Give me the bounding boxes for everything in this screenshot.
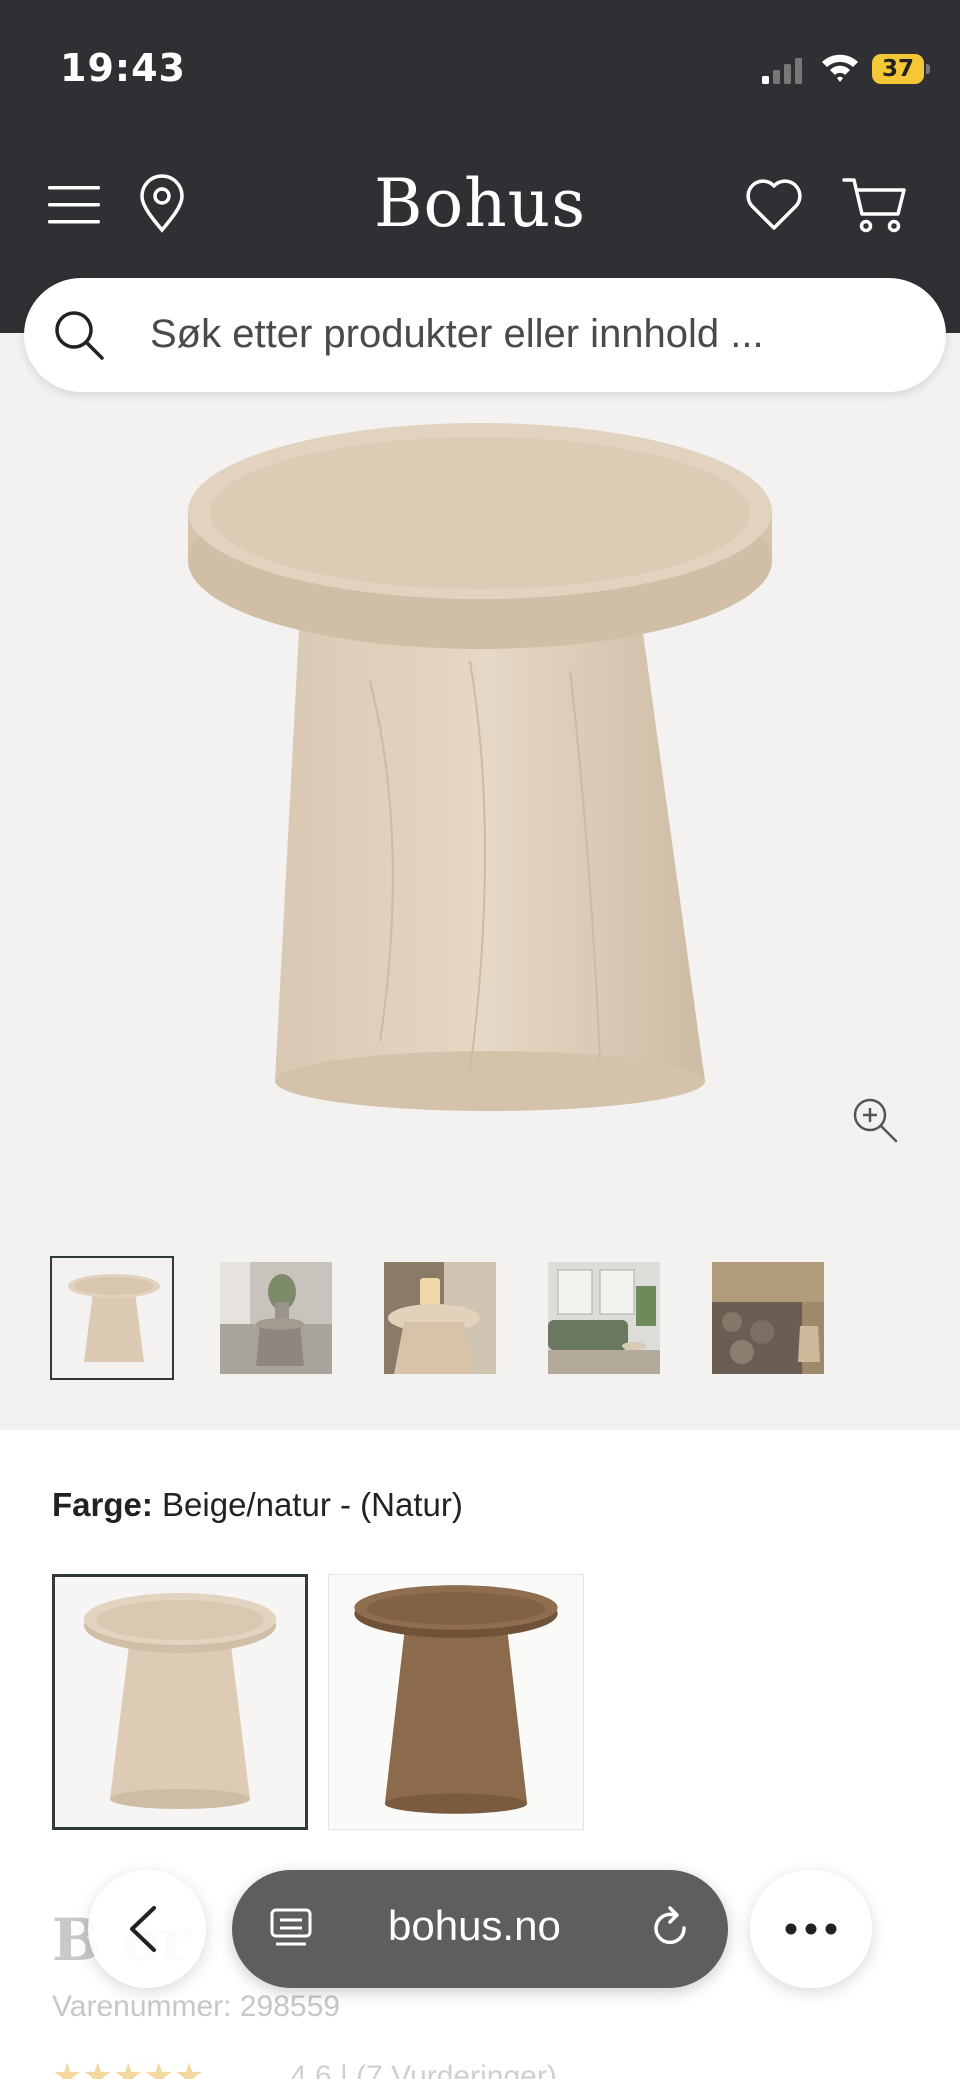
battery-level: 37	[872, 54, 924, 84]
thumbnail-1[interactable]	[50, 1256, 174, 1380]
cart-icon[interactable]	[842, 174, 910, 234]
address-bar[interactable]: bohus.no	[232, 1870, 728, 1988]
tabs-icon	[270, 1908, 312, 1946]
thumbnail-strip	[50, 1256, 910, 1380]
nav-bar: Bohus	[0, 160, 960, 250]
thumbnail-3[interactable]	[378, 1256, 502, 1380]
location-pin-icon[interactable]	[136, 174, 188, 234]
product-gallery	[0, 333, 960, 1430]
menu-icon[interactable]	[46, 182, 104, 228]
signal-icon	[762, 58, 802, 84]
rating-text[interactable]: 4,6 | (7 Vurderinger)	[290, 2060, 557, 2079]
thumbnail-4[interactable]	[542, 1256, 666, 1380]
brown-table-image	[354, 1585, 558, 1814]
url-text[interactable]: bohus.no	[388, 1902, 561, 1950]
color-selection: Farge: Beige/natur - (Natur)	[52, 1486, 463, 1524]
wifi-icon	[822, 54, 858, 82]
thumbnail-living-room-image	[220, 1262, 332, 1374]
back-button[interactable]	[88, 1870, 206, 1988]
zoom-icon[interactable]	[850, 1095, 902, 1147]
browser-toolbar: bohus.no	[0, 1866, 960, 1996]
thumbnail-lamp-scene-image	[384, 1262, 496, 1374]
site-logo[interactable]: Bohus	[330, 164, 630, 244]
color-swatches	[52, 1574, 592, 1830]
ellipsis-icon	[785, 1923, 837, 1935]
search-bar[interactable]: Søk etter produkter eller innhold ...	[24, 278, 946, 392]
status-time: 19:43	[60, 46, 186, 90]
battery-icon: 37	[872, 54, 930, 84]
more-button[interactable]	[750, 1870, 872, 1988]
search-input[interactable]: Søk etter produkter eller innhold ...	[150, 312, 764, 357]
thumbnail-table-image	[58, 1264, 170, 1376]
search-icon	[55, 311, 104, 360]
color-option-brun[interactable]	[328, 1574, 584, 1830]
thumbnail-5[interactable]	[706, 1256, 830, 1380]
color-option-natur[interactable]	[52, 1574, 308, 1830]
color-label: Farge:	[52, 1486, 153, 1523]
heart-icon[interactable]	[744, 176, 804, 232]
reload-icon[interactable]	[646, 1904, 694, 1952]
product-main-image[interactable]	[170, 421, 790, 1121]
thumbnail-sofa-scene-image	[548, 1262, 660, 1374]
battery-tip	[926, 64, 930, 74]
chevron-left-icon	[130, 1906, 156, 1952]
thumbnail-2[interactable]	[214, 1256, 338, 1380]
thumbnail-bedroom-image	[712, 1262, 824, 1374]
status-bar: 19:43 37	[0, 0, 960, 140]
color-value: Beige/natur - (Natur)	[162, 1486, 463, 1523]
natur-table-image	[84, 1593, 276, 1809]
rating-stars: ★★★★★	[52, 2056, 205, 2079]
